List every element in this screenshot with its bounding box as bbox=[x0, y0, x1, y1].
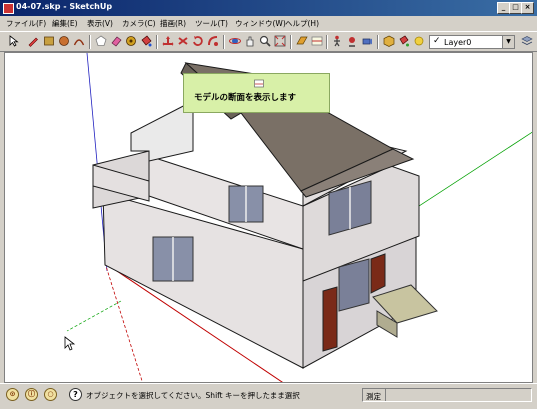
mouse-cursor-icon bbox=[64, 336, 76, 351]
tape-measure-icon[interactable] bbox=[125, 35, 137, 47]
menu-tools[interactable]: ツール(T) bbox=[195, 18, 228, 29]
follow-me-icon[interactable] bbox=[207, 35, 219, 47]
chevron-down-icon[interactable]: ▼ bbox=[502, 36, 514, 48]
orbit-icon[interactable] bbox=[229, 35, 241, 47]
menu-bar: ファイル(F) 編集(E) 表示(V) カメラ(C) 描画(R) ツール(T) … bbox=[0, 16, 537, 31]
toolbar-separator bbox=[290, 35, 292, 49]
front-door bbox=[322, 286, 338, 352]
zoom-extents-icon[interactable] bbox=[274, 35, 286, 47]
display-section-icon bbox=[254, 79, 264, 88]
menu-camera[interactable]: カメラ(C) bbox=[122, 18, 156, 29]
display-section-icon[interactable] bbox=[311, 35, 323, 47]
push-pull-icon[interactable] bbox=[177, 35, 189, 47]
rectangle-icon[interactable] bbox=[43, 35, 55, 47]
section-plane-icon[interactable] bbox=[296, 35, 308, 47]
eraser-icon[interactable] bbox=[110, 35, 122, 47]
status-bar: ⊙ ⓘ ○ ? オブジェクトを選択してください。Shift キーを押したまま選択… bbox=[0, 383, 537, 409]
status-message: オブジェクトを選択してください。Shift キーを押したまま選択 bbox=[86, 391, 300, 400]
user-icon[interactable]: ○ bbox=[44, 388, 57, 401]
shadows-icon[interactable] bbox=[413, 35, 425, 47]
menu-file[interactable]: ファイル(F) bbox=[6, 18, 46, 29]
toolbar-separator bbox=[156, 35, 158, 49]
menu-help[interactable]: ヘルプ(H) bbox=[285, 18, 319, 29]
credits-icon[interactable]: ⓘ bbox=[25, 388, 38, 401]
tooltip-display-section: モデルの断面を表示します bbox=[183, 73, 330, 113]
toolbar-separator bbox=[326, 35, 328, 49]
green-axis-dashed bbox=[66, 300, 122, 332]
window-title: 04-07.skp - SketchUp bbox=[16, 2, 113, 11]
tooltip-text: モデルの断面を表示します bbox=[194, 93, 297, 103]
side-door bbox=[370, 253, 386, 294]
zoom-icon[interactable] bbox=[259, 35, 271, 47]
pan-icon[interactable] bbox=[244, 35, 256, 47]
pencil-line-icon[interactable] bbox=[27, 35, 39, 47]
polygon-icon[interactable] bbox=[95, 35, 107, 47]
layer-name: Layer0 bbox=[444, 38, 472, 47]
components-icon[interactable] bbox=[383, 35, 395, 47]
select-tool-icon[interactable] bbox=[8, 35, 20, 47]
menu-edit[interactable]: 編集(E) bbox=[52, 18, 78, 29]
title-bar: 04-07.skp - SketchUp _ □ × bbox=[0, 0, 537, 16]
layer-manager-icon[interactable] bbox=[521, 35, 533, 47]
position-camera-icon[interactable] bbox=[361, 35, 373, 47]
look-around-icon[interactable] bbox=[346, 35, 358, 47]
paint-bucket-icon[interactable] bbox=[140, 35, 152, 47]
measurements-box[interactable]: 測定 bbox=[362, 388, 532, 402]
arc-icon[interactable] bbox=[73, 35, 85, 47]
close-button[interactable]: × bbox=[521, 2, 534, 14]
help-icon[interactable]: ? bbox=[69, 388, 82, 401]
measurements-label: 測定 bbox=[366, 392, 381, 401]
menu-window[interactable]: ウィンドウ(W) bbox=[235, 18, 286, 29]
measurements-value[interactable] bbox=[385, 389, 531, 401]
sketchup-app-icon[interactable] bbox=[3, 3, 14, 14]
circle-icon[interactable] bbox=[58, 35, 70, 47]
toolbar-separator bbox=[377, 35, 379, 49]
toolbar-separator bbox=[89, 35, 91, 49]
menu-draw[interactable]: 描画(R) bbox=[160, 18, 186, 29]
geo-location-icon[interactable]: ⊙ bbox=[6, 388, 19, 401]
menu-view[interactable]: 表示(V) bbox=[87, 18, 113, 29]
main-toolbar: ✓ Layer0 ▼ bbox=[0, 31, 537, 52]
toolbar-separator bbox=[223, 35, 225, 49]
move-icon[interactable] bbox=[162, 35, 174, 47]
layer-visible-check-icon: ✓ bbox=[433, 36, 441, 46]
lower-side-window bbox=[338, 258, 370, 312]
rotate-icon[interactable] bbox=[192, 35, 204, 47]
layer-dropdown[interactable]: ✓ Layer0 ▼ bbox=[429, 35, 515, 49]
walk-icon[interactable] bbox=[331, 35, 343, 47]
materials-icon[interactable] bbox=[398, 35, 410, 47]
